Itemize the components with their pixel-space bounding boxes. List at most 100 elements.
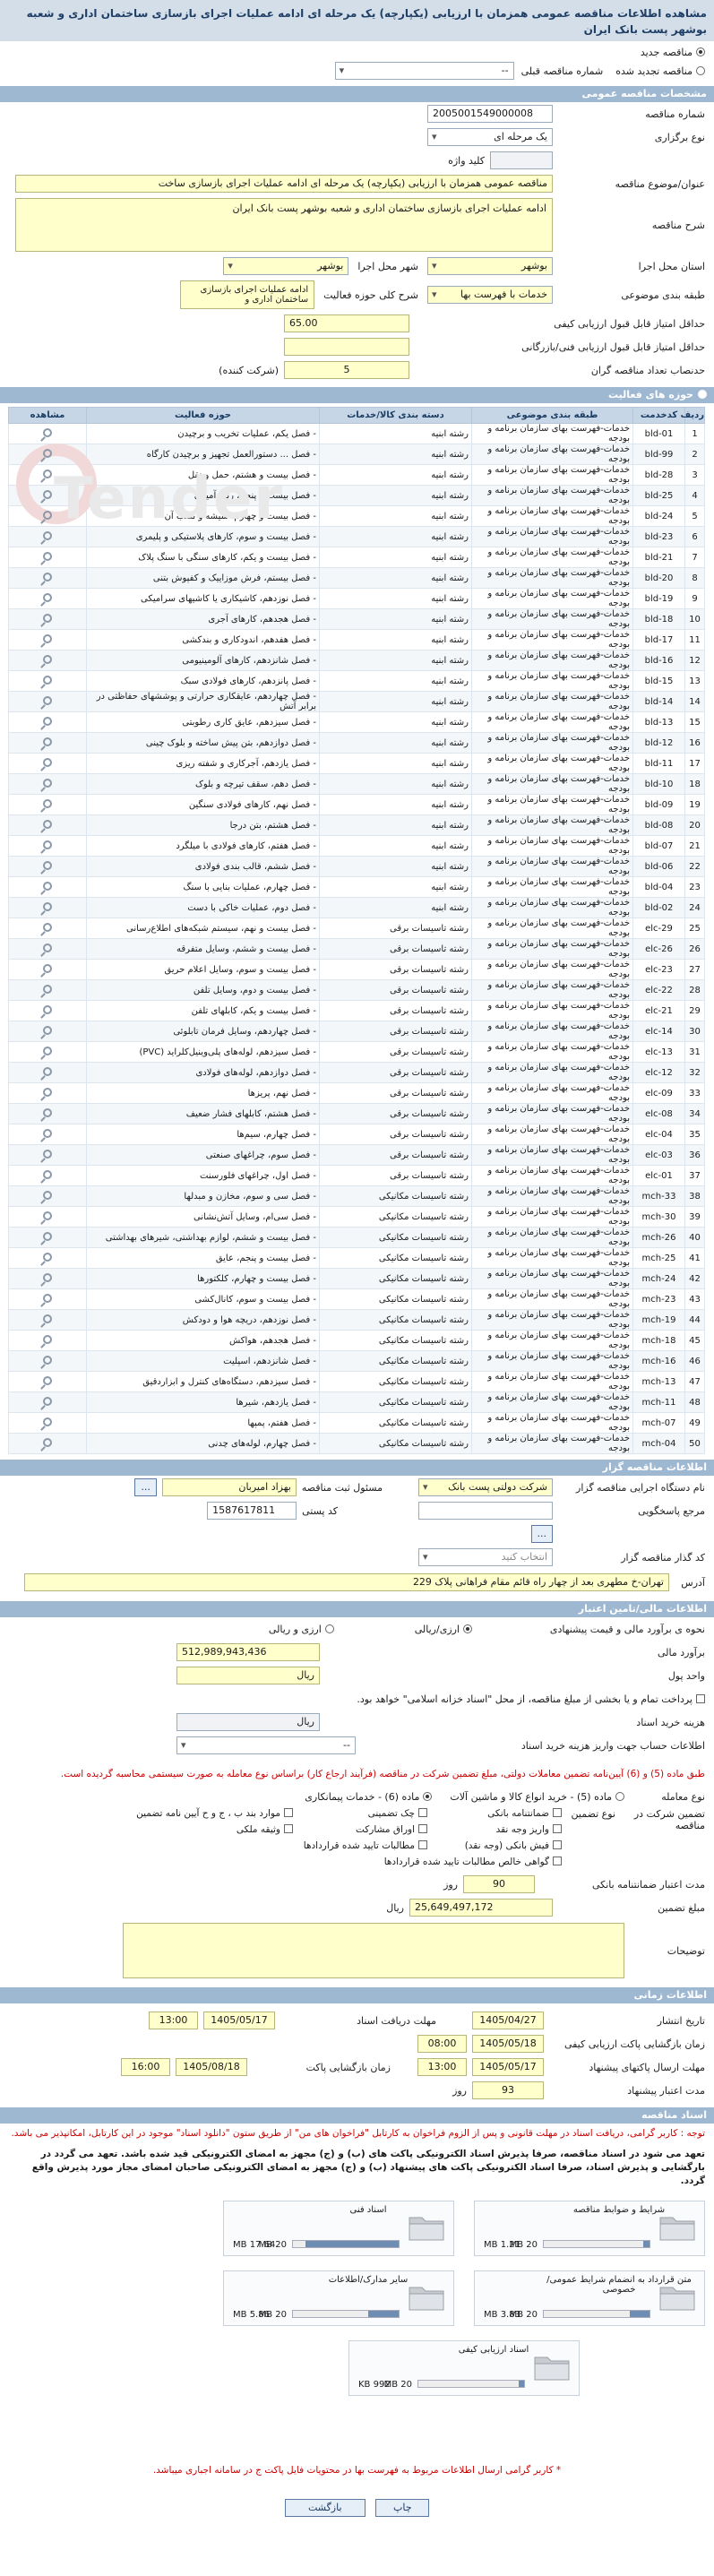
docfee-field[interactable]: ریال [176,1713,320,1731]
magnifier-icon[interactable] [43,798,52,808]
g-desc-textarea[interactable] [123,1923,624,1978]
new-tender-radio[interactable] [696,47,705,56]
magnifier-icon[interactable] [43,654,52,664]
magnifier-icon[interactable] [43,1375,52,1385]
magnifier-icon[interactable] [43,1293,52,1303]
magnifier-icon[interactable] [43,1272,52,1282]
magnifier-icon[interactable] [43,1396,52,1406]
magnifier-icon[interactable] [43,551,52,561]
min-tech-field[interactable] [284,338,409,356]
file-box[interactable]: سایر مدارک/اطلاعات 5.86 MB 20 MB [223,2270,454,2326]
g-amount-field[interactable]: 25,649,497,172 [409,1899,553,1917]
magnifier-icon[interactable] [43,922,52,932]
magnifier-icon[interactable] [43,1169,52,1179]
magnifier-icon[interactable] [43,613,52,623]
new-tender-radio-row[interactable]: مناقصه جدید [9,45,705,61]
open-date[interactable]: 1405/08/18 [176,2058,247,2076]
open-time[interactable]: 16:00 [121,2058,170,2076]
magnifier-icon[interactable] [43,633,52,643]
magnifier-icon[interactable] [43,1025,52,1035]
magnifier-icon[interactable] [43,1149,52,1159]
magnifier-icon[interactable] [43,778,52,788]
address-field[interactable]: تهران-خ مطهری بعد از چهار راه قائم مقام … [24,1573,669,1591]
offer-deadline-time[interactable]: 13:00 [417,2058,467,2076]
guarantee-option-1[interactable]: ضمانتنامه بانکی [427,1808,562,1819]
method-radio[interactable] [463,1624,472,1633]
islamic-checkbox[interactable] [696,1694,705,1703]
magnifier-icon[interactable] [43,1087,52,1097]
guarantee-option-8[interactable]: گواهی خالص مطالبات تایید شده قراردادها [293,1857,562,1867]
guarantee-option-3[interactable]: واریز وجه نقد [427,1824,562,1835]
tender-no-field[interactable]: 2005001549000008 [427,105,553,123]
magnifier-icon[interactable] [43,1252,52,1262]
reg-field[interactable]: بهزاد امیربان [161,1478,297,1496]
estimate-field[interactable]: 512,989,943,436 [176,1643,320,1661]
magnifier-icon[interactable] [43,675,52,685]
magnifier-icon[interactable] [43,1334,52,1344]
magnifier-icon[interactable] [43,716,52,726]
unit-select[interactable]: انتخاب کنید [418,1548,553,1566]
g-validity-field[interactable]: 90 [463,1875,535,1893]
offer-validity-field[interactable]: 93 [472,2081,544,2099]
magnifier-icon[interactable] [43,1004,52,1014]
magnifier-icon[interactable] [43,572,52,582]
file-box[interactable]: متن قرارداد به انضمام شرایط عمومی/خصوصی 3… [474,2270,705,2326]
offer-deadline-date[interactable]: 1405/05/17 [472,2058,544,2076]
magnifier-icon[interactable] [43,901,52,911]
activity-textarea[interactable]: ادامه عملیات اجرای بازسازی ساختمان اداری… [180,280,315,309]
magnifier-icon[interactable] [43,1190,52,1200]
money-unit-field[interactable]: ریال [176,1667,320,1684]
magnifier-icon[interactable] [43,737,52,746]
magnifier-icon[interactable] [43,1417,52,1426]
guarantee-option-6[interactable]: مطالبات تایید شده قراردادها [293,1840,427,1851]
magnifier-icon[interactable] [43,1046,52,1055]
magnifier-icon[interactable] [43,840,52,849]
magnifier-icon[interactable] [43,695,52,705]
org-select[interactable]: شرکت دولتی پست بانک [418,1478,553,1496]
prev-tender-select[interactable]: -- [334,62,514,80]
magnifier-icon[interactable] [43,469,52,478]
magnifier-icon[interactable] [43,963,52,973]
method-radio-2[interactable] [324,1624,334,1633]
guarantee-option-5[interactable]: فیش بانکی (وجه نقد) [427,1840,562,1851]
subject-field[interactable]: مناقصه عمومی همزمان با ارزیابی (یکپارچه)… [15,175,553,193]
reg-lookup-button[interactable]: ... [134,1478,157,1496]
min-score-field[interactable]: 65.00 [284,314,409,332]
magnifier-icon[interactable] [43,1107,52,1117]
guarantee-option-7[interactable]: وثیقه ملکی [69,1824,293,1835]
quality-open-date[interactable]: 1405/05/18 [472,2035,544,2053]
province-select[interactable]: بوشهر [427,257,553,275]
collapse-icon[interactable] [698,390,707,399]
renew-radio[interactable] [696,66,705,75]
ref-field[interactable] [418,1502,553,1520]
magnifier-icon[interactable] [43,530,52,540]
magnifier-icon[interactable] [43,757,52,767]
magnifier-icon[interactable] [43,1314,52,1323]
min-bidders-field[interactable]: 5 [284,361,409,379]
magnifier-icon[interactable] [43,1231,52,1241]
magnifier-icon[interactable] [43,510,52,520]
magnifier-icon[interactable] [43,881,52,891]
magnifier-icon[interactable] [43,1210,52,1220]
guarantee-option-9[interactable]: موارد بند ب ، ج و ح آیین نامه تضمین [69,1808,293,1819]
keyword-field[interactable] [490,151,553,169]
magnifier-icon[interactable] [43,489,52,499]
magnifier-icon[interactable] [43,448,52,458]
magnifier-icon[interactable] [43,592,52,602]
pub-date-field[interactable]: 1405/04/27 [472,2012,544,2029]
category-select[interactable]: خدمات با فهرست بها [427,286,553,304]
magnifier-icon[interactable] [43,943,52,952]
guarantee-option-2[interactable]: چک تضمینی [293,1808,427,1819]
magnifier-icon[interactable] [43,984,52,994]
magnifier-icon[interactable] [43,1128,52,1138]
back-button[interactable]: بازگشت [284,2499,366,2517]
doc-deadline-date[interactable]: 1405/05/17 [203,2012,275,2029]
account-select[interactable]: -- [176,1736,356,1754]
magnifier-icon[interactable] [43,1437,52,1447]
desc-textarea[interactable]: ادامه عملیات اجرای بازسازی ساختمان اداری… [15,198,553,252]
postal-field[interactable]: 1587617811 [207,1502,297,1520]
doc-deadline-time[interactable]: 13:00 [149,2012,198,2029]
ref-lookup-button[interactable]: ... [530,1525,553,1543]
guarantee-option-4[interactable]: اوراق مشارکت [293,1824,427,1835]
magnifier-icon[interactable] [43,1066,52,1076]
